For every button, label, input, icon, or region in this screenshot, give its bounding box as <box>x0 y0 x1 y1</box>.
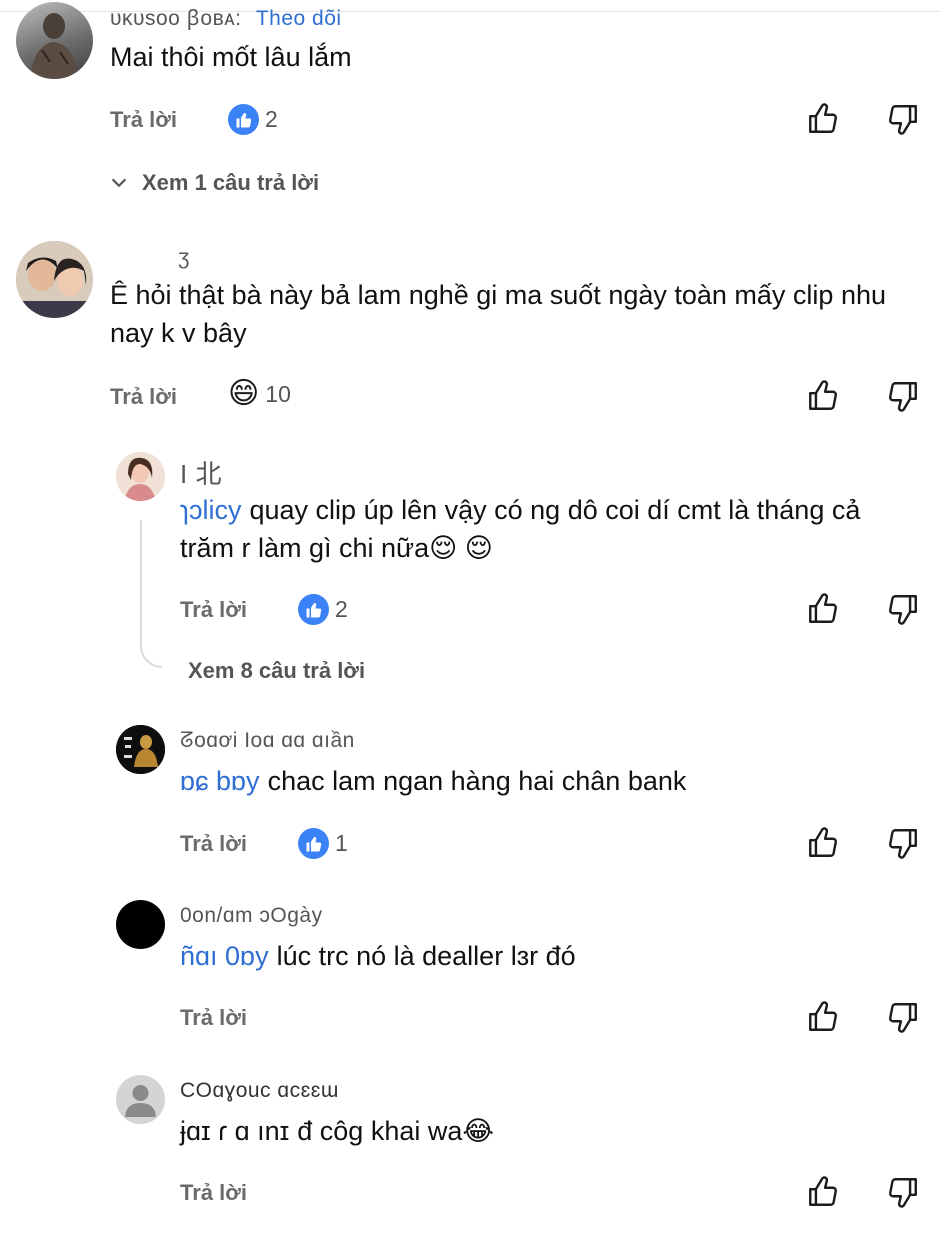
thumbs-up-outline-icon[interactable] <box>806 102 840 136</box>
thumbs-down-outline-icon[interactable] <box>886 1175 920 1209</box>
thumbs-down-outline-icon[interactable] <box>886 592 920 626</box>
view-replies-label: Xem 1 câu trả lời <box>142 170 320 195</box>
reaction-summary[interactable]: 2 <box>228 104 278 135</box>
reply-button[interactable]: Trả lời <box>110 384 177 410</box>
reply-button[interactable]: Trả lời <box>180 1180 247 1206</box>
view-replies-label: Xem 8 câu trả lời <box>188 658 366 683</box>
thumbs-up-outline-icon[interactable] <box>806 826 840 860</box>
mention-link[interactable]: ɒɕ bɒy <box>180 766 260 796</box>
view-replies-link[interactable]: Xem 8 câu trả lời <box>188 658 365 684</box>
reaction-count: 10 <box>265 380 291 407</box>
avatar[interactable] <box>16 241 93 318</box>
couple-photo-icon <box>16 241 93 318</box>
reply-button[interactable]: Trả lời <box>110 107 177 133</box>
comment-text: ɿɔlicy quay clip úp lên vậy có ng dô coi … <box>180 491 900 567</box>
reply-button[interactable]: Trả lời <box>180 1005 247 1031</box>
buddha-photo-icon <box>116 725 165 774</box>
comment-meta: ʒ <box>178 246 190 270</box>
avatar[interactable] <box>116 452 165 501</box>
comment-body: Ê hỏi thật bà này bả lam nghề gi ma suốt… <box>110 280 886 348</box>
avatar[interactable] <box>116 1075 165 1124</box>
woman-photo-icon <box>116 452 165 501</box>
comment-meta: 0on/ɑm ɔOgày <box>180 904 323 928</box>
like-badge-icon <box>298 828 329 859</box>
comment-text: Mai thôi mốt lâu lắm <box>110 38 890 76</box>
thumbs-up-outline-icon[interactable] <box>806 379 840 413</box>
comment-body: đ côg khai wa😂 <box>297 1116 494 1146</box>
reply-button[interactable]: Trả lời <box>180 597 247 623</box>
reaction-count: 1 <box>335 830 348 856</box>
thumbs-up-outline-icon[interactable] <box>806 1175 840 1209</box>
reaction-summary[interactable]: 2 <box>298 594 348 625</box>
comment-meta: I 北 <box>180 454 222 491</box>
avatar[interactable] <box>116 725 165 774</box>
comment-text: ñɑı 0ɒy lúc trc nó là dealler lɜr đó <box>180 937 900 975</box>
comment-author[interactable]: ʒ <box>178 246 190 269</box>
grinning-face-icon: 😄 <box>228 377 260 410</box>
reaction-summary[interactable]: 😄 10 <box>228 379 291 409</box>
comment-author[interactable]: I 北 <box>180 459 222 489</box>
reply-button[interactable]: Trả lời <box>180 831 247 857</box>
reaction-count: 2 <box>335 596 348 622</box>
view-replies-link[interactable]: Xem 1 câu trả lời <box>108 170 319 196</box>
like-badge-icon <box>228 104 259 135</box>
comment-body: chac lam ngan hàng hai chân bank <box>267 766 687 796</box>
thumbs-down-outline-icon[interactable] <box>886 826 920 860</box>
follow-link[interactable]: Theo dõi <box>256 7 342 30</box>
reaction-count: 2 <box>265 106 278 132</box>
comment-meta: ᴜᴋᴜѕᴏᴏ ꞵᴏʙᴀ: Theo dõi <box>110 4 342 32</box>
comment-author[interactable]: COɑɣouc ɑcɛɛɯ <box>180 1079 339 1102</box>
comment-meta: COɑɣouc ɑcɛɛɯ <box>180 1079 339 1103</box>
comment-meta: ᘔoɑơi Ioɑ ɑɑ ɑıần <box>180 729 355 753</box>
like-badge-icon <box>298 594 329 625</box>
thumbs-up-outline-icon[interactable] <box>806 1000 840 1034</box>
comment-author[interactable]: ᴜᴋᴜѕᴏᴏ ꞵᴏʙᴀ: <box>110 7 242 30</box>
comment-author[interactable]: ᘔoɑơi Ioɑ ɑɑ ɑıần <box>180 729 355 752</box>
comment-text: ɒɕ bɒy chac lam ngan hàng hai chân bank <box>180 762 900 800</box>
comment-body: Mai thôi mốt lâu lắm <box>110 42 352 72</box>
thread-connector <box>140 520 162 668</box>
comment-text: ɉɑɪ ɾ ɑ ınɪ đ côg khai wa😂 <box>180 1112 900 1150</box>
mention-link[interactable]: ɿɔlicy <box>180 495 242 525</box>
default-avatar-icon <box>125 1085 156 1117</box>
thumbs-up-outline-icon[interactable] <box>806 592 840 626</box>
thumbs-down-outline-icon[interactable] <box>886 102 920 136</box>
reaction-summary[interactable]: 1 <box>298 828 348 859</box>
comment-author[interactable]: 0on/ɑm ɔOgày <box>180 904 323 927</box>
mention-link[interactable]: ɉɑɪ ɾ ɑ ınɪ <box>180 1116 289 1146</box>
avatar[interactable] <box>116 900 165 949</box>
mention-link[interactable]: ñɑı 0ɒy <box>180 941 269 971</box>
thumbs-down-outline-icon[interactable] <box>886 1000 920 1034</box>
comment-text: Ê hỏi thật bà này bả lam nghề gi ma suốt… <box>110 276 920 352</box>
comment-body: quay clip úp lên vậy có ng dô coi dí cmt… <box>180 495 861 563</box>
person-silhouette-icon <box>30 13 78 79</box>
avatar[interactable] <box>16 2 93 79</box>
thumbs-down-outline-icon[interactable] <box>886 379 920 413</box>
chevron-down-icon <box>111 178 127 188</box>
comment-body: lúc trc nó là dealler lɜr đó <box>276 941 576 971</box>
